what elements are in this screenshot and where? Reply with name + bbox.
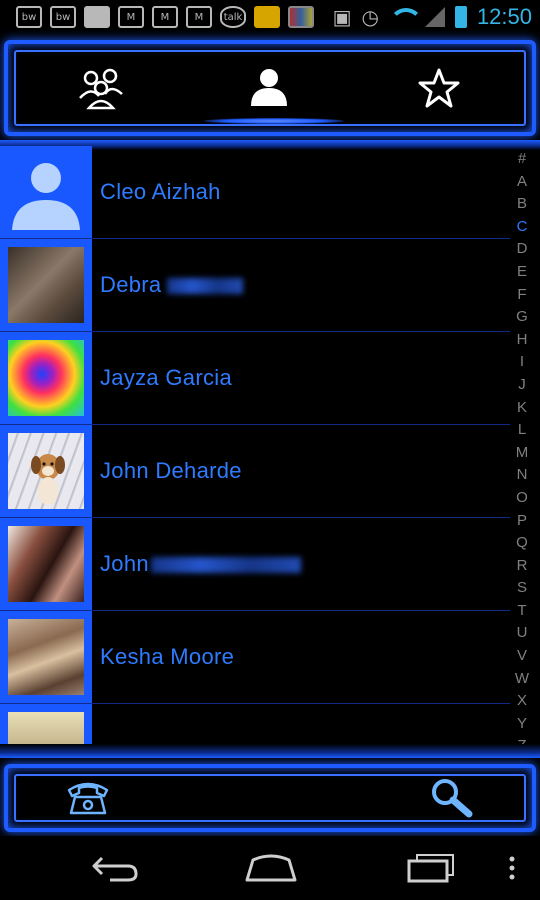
alarm-icon: ◷ [361,5,379,29]
index-letter[interactable]: V [517,645,527,668]
index-letter[interactable]: U [517,622,528,645]
list-item[interactable]: Jayza Garcia [0,332,510,425]
index-letter[interactable]: C [517,216,528,239]
contact-photo [8,619,84,695]
recent-apps-icon [407,854,454,883]
status-bar: bw bw M M M talk ▣ ◷ 12:50 [0,0,540,36]
index-letter[interactable]: Y [517,713,527,736]
puppy-icon [31,454,65,505]
contact-photo [8,433,84,509]
gmail-icon: M [152,6,178,28]
vibrate-icon: ▣ [332,5,352,29]
wifi-icon [388,6,423,28]
avatar[interactable] [0,425,92,517]
contact-name: Kesha Moore [100,644,235,669]
index-letter[interactable]: O [516,487,528,510]
index-letter[interactable]: N [517,464,528,487]
battery-icon [454,6,467,28]
star-icon [418,68,460,108]
home-icon [245,854,297,882]
index-letter[interactable]: E [517,261,527,284]
overflow-menu-button[interactable] [500,848,524,888]
list-item[interactable]: Kesha Moore [0,611,510,704]
avatar[interactable] [0,332,92,424]
default-person-icon [12,163,80,230]
list-item[interactable]: John [0,518,510,611]
index-letter[interactable]: Q [516,532,528,555]
bw-icon: bw [16,6,42,28]
avatar[interactable] [0,518,92,610]
index-letter[interactable]: # [518,148,526,171]
person-icon [251,69,287,106]
tab-groups[interactable] [16,44,186,132]
signal-icon [424,7,445,27]
index-letter[interactable]: M [516,442,529,465]
system-nav-bar [0,836,540,900]
index-letter[interactable]: J [518,374,526,397]
alphabet-index[interactable]: #ABCDEFGHIJKLMNOPQRSTUVWXYZ [508,148,536,758]
clock: 12:50 [476,4,532,29]
search-button[interactable] [428,776,476,820]
avatar[interactable] [0,146,92,238]
dialer-button[interactable] [64,778,112,818]
index-letter[interactable]: F [517,284,526,307]
contact-name: Jayza Garcia [100,365,232,390]
index-letter[interactable]: L [518,419,526,442]
index-letter[interactable]: W [515,668,529,691]
list-item[interactable]: Cleo Aizhah [0,146,510,239]
contact-first-name: John [100,551,149,576]
selected-tab-indicator [204,118,344,124]
calendar-icon [288,6,314,28]
gmail-icon: M [186,6,212,28]
index-letter[interactable]: D [517,238,528,261]
index-letter[interactable]: I [520,351,524,374]
search-icon [432,779,473,818]
contact-name: Cleo Aizhah [100,179,221,204]
index-letter[interactable]: X [517,690,527,713]
back-button[interactable] [80,848,150,888]
tab-bar [4,40,536,136]
bw-icon: bw [50,6,76,28]
overflow-menu-icon [509,856,515,880]
contact-photo [8,247,84,323]
contact-photo [8,340,84,416]
index-letter[interactable]: H [517,329,528,352]
contact-first-name: Debra [100,272,162,297]
avatar[interactable] [0,611,92,703]
list-item[interactable]: Debra [0,239,510,332]
image-icon [84,6,110,28]
talk-icon: talk [220,6,246,28]
gmail-icon: M [118,6,144,28]
index-letter[interactable]: B [517,193,527,216]
index-letter[interactable]: G [516,306,528,329]
phone-icon [67,782,109,815]
list-item[interactable]: John Deharde [0,425,510,518]
back-icon [92,856,138,882]
bottom-action-bar [4,764,536,832]
avatar[interactable] [0,239,92,331]
contact-name: Debra [100,239,244,331]
system-icons: ▣ ◷ 12:50 [333,4,532,30]
weather-icon [254,6,280,28]
tab-favorites[interactable] [354,44,524,132]
groups-icon [79,68,123,110]
glow-divider [0,744,540,758]
contact-name: John [100,518,301,610]
index-letter[interactable]: R [517,555,528,578]
index-letter[interactable]: A [517,171,527,194]
index-letter[interactable]: T [517,600,526,623]
contact-name: John Deharde [100,458,242,483]
contact-list[interactable]: Cleo Aizhah Debra Jayza Garcia John Deha… [0,146,510,758]
index-letter[interactable]: P [517,510,527,533]
recent-apps-button[interactable] [396,848,466,888]
index-letter[interactable]: K [517,397,527,420]
redacted-surname [167,278,244,295]
redacted-surname [150,557,301,574]
contact-photo [8,526,84,602]
notification-icons: bw bw M M M talk [16,6,314,28]
home-button[interactable] [236,848,306,888]
index-letter[interactable]: S [517,577,527,600]
